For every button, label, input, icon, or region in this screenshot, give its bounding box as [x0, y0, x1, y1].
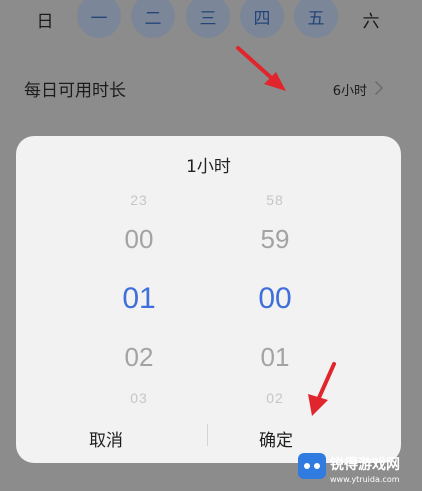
hour-picker[interactable]: 23 00 01 02 03 — [79, 136, 199, 463]
day-saturday[interactable]: 六 — [349, 0, 393, 38]
cancel-button[interactable]: 取消 — [16, 426, 196, 451]
picker-item-selected: 01 — [122, 282, 156, 315]
day-sunday[interactable]: 日 — [23, 0, 67, 38]
day-wednesday[interactable]: 三 — [186, 0, 230, 38]
weekday-selector: 日 一 二 三 四 五 六 — [0, 0, 422, 38]
duration-label: 每日可用时长 — [24, 81, 126, 101]
day-friday[interactable]: 五 — [294, 0, 338, 38]
daily-duration-row[interactable]: 每日可用时长 6小时 — [0, 66, 422, 112]
day-thursday[interactable]: 四 — [240, 0, 284, 38]
svg-text:锐得游戏网: 锐得游戏网 — [330, 456, 400, 473]
day-tuesday[interactable]: 二 — [131, 0, 175, 38]
picker-item: 58 — [266, 192, 284, 208]
picker-item: 02 — [124, 342, 154, 372]
day-monday[interactable]: 一 — [77, 0, 121, 38]
dialog-title: 1小时 — [186, 157, 231, 177]
svg-text:www.ytruida.com: www.ytruida.com — [330, 475, 400, 484]
chevron-right-icon — [375, 81, 383, 95]
duration-value: 6小时 — [332, 84, 367, 99]
picker-item: 00 — [124, 224, 154, 254]
watermark-logo: 锐得游戏网 www.ytruida.com — [296, 447, 422, 487]
picker-item: 23 — [130, 192, 148, 208]
picker-item: 03 — [130, 390, 148, 406]
annotation-arrow-icon — [308, 362, 336, 416]
picker-item-selected: 00 — [258, 282, 292, 315]
time-picker-dialog: 1小时 23 00 01 02 03 58 59 00 01 02 取消 确定 — [16, 136, 401, 463]
picker-item: 59 — [260, 224, 290, 254]
annotation-arrow-icon — [236, 46, 286, 91]
